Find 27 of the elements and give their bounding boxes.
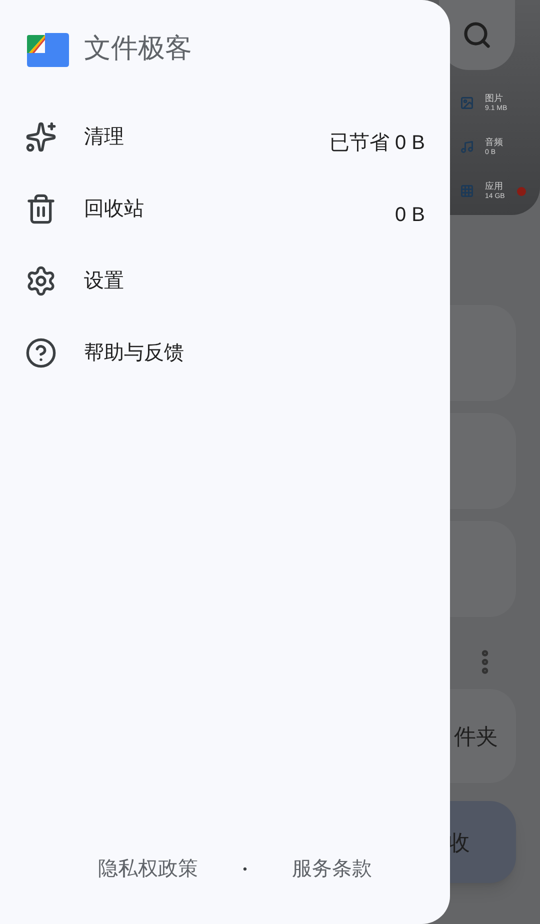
sparkles-icon — [25, 121, 57, 153]
footer-separator: • — [242, 861, 248, 878]
drawer-item[interactable]: 回收站 0 B — [0, 173, 450, 245]
settings-icon — [25, 265, 57, 297]
app-logo-icon — [25, 30, 69, 66]
folder-card-label: 件夹 — [454, 722, 498, 750]
drawer-item[interactable]: 帮助与反馈 — [0, 317, 450, 389]
trash-icon — [25, 193, 57, 225]
category-label: 应用 — [485, 182, 504, 191]
category-label: 图片 — [485, 94, 504, 103]
drawer-item-label: 帮助与反馈 — [84, 341, 184, 366]
drawer-item-value: 0 B — [394, 203, 425, 228]
app-title: 文件极客 — [84, 32, 192, 66]
grid-icon — [460, 184, 474, 198]
drawer-item-value: 已节省 0 B — [329, 131, 425, 156]
terms-link[interactable]: 服务条款 — [292, 854, 372, 884]
drawer-item-label: 回收站 — [84, 197, 144, 222]
music-note-icon — [460, 140, 474, 154]
drawer-item-label: 设置 — [84, 269, 124, 294]
drawer-item[interactable]: 设置 — [0, 245, 450, 317]
category-label: 音频 — [485, 138, 503, 147]
help-icon — [25, 337, 57, 369]
privacy-policy-link[interactable]: 隐私权政策 — [98, 854, 198, 884]
drawer-item[interactable]: 清理 已节省 0 B — [0, 101, 450, 173]
drawer-item-label: 清理 — [84, 125, 124, 150]
search-icon — [462, 20, 492, 50]
image-icon — [460, 96, 474, 110]
